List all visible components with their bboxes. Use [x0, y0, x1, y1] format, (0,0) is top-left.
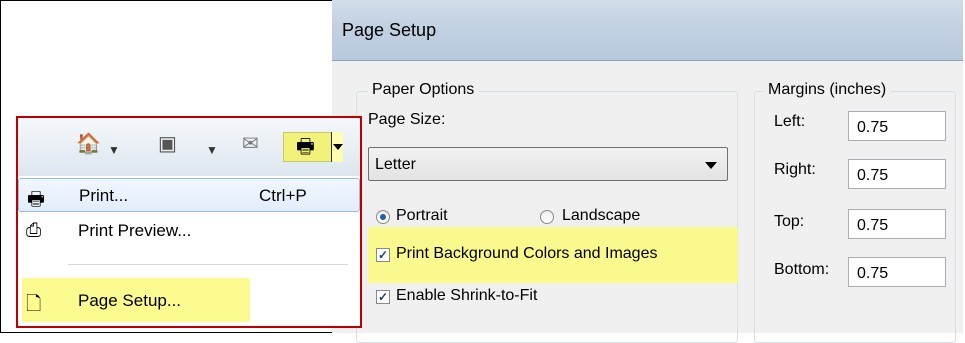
landscape-label: Landscape — [562, 207, 641, 224]
print-menu: 🖶 Print... Ctrl+P ⎙ Print Preview... 🗋 P… — [18, 176, 360, 326]
feeds-dropdown-icon[interactable]: ▼ — [206, 140, 218, 160]
page-size-label: Page Size: — [368, 111, 446, 128]
margins-legend: Margins (inches) — [764, 81, 891, 99]
menu-item-print[interactable]: 🖶 Print... Ctrl+P — [18, 178, 360, 212]
shrink-to-fit-label: Enable Shrink-to-Fit — [396, 287, 538, 304]
page-setup-dialog: Page Setup Paper Options Page Size: Lett… — [332, 0, 963, 343]
margin-bottom-label: Bottom: — [774, 261, 830, 278]
home-dropdown-icon[interactable]: ▼ — [108, 140, 120, 160]
feeds-icon[interactable]: ▣ — [158, 134, 177, 154]
print-preview-icon: ⎙ — [26, 220, 42, 241]
print-button[interactable]: 🖶 — [283, 132, 343, 162]
portrait-radio[interactable] — [376, 210, 390, 224]
dialog-titlebar[interactable]: Page Setup — [332, 0, 963, 61]
home-icon[interactable]: 🏠 — [76, 134, 101, 154]
page-size-value: Letter — [375, 156, 416, 173]
menu-item-print-preview-label: Print Preview... — [78, 221, 192, 240]
portrait-label: Portrait — [396, 207, 448, 224]
print-icon: 🖶 — [296, 136, 315, 158]
menu-item-print-label: Print... — [79, 186, 129, 205]
margin-right-input[interactable]: 0.75 — [848, 159, 946, 189]
margin-bottom-input[interactable]: 0.75 — [848, 257, 946, 287]
margin-left-input[interactable]: 0.75 — [848, 111, 946, 141]
dialog-title: Page Setup — [342, 20, 437, 40]
menu-item-print-preview[interactable]: ⎙ Print Preview... — [18, 214, 360, 248]
menu-item-page-setup[interactable]: 🗋 Page Setup... — [18, 284, 360, 318]
menu-separator — [68, 264, 348, 265]
print-background-checkbox[interactable]: ✓ — [376, 248, 390, 262]
menu-item-page-setup-label: Page Setup... — [78, 291, 182, 310]
menu-item-print-shortcut: Ctrl+P — [259, 186, 307, 205]
command-toolbar: 🏠 ▼ ▣ ▼ ✉ 🖶 — [18, 118, 360, 176]
print-background-label: Print Background Colors and Images — [396, 245, 658, 262]
printer-icon: 🖶 — [27, 189, 45, 210]
margin-bottom-value: 0.75 — [857, 265, 889, 282]
mail-icon[interactable]: ✉ — [242, 134, 259, 154]
margin-right-label: Right: — [774, 161, 816, 178]
paper-options-legend: Paper Options — [368, 81, 479, 99]
page-size-select[interactable]: Letter — [368, 147, 728, 181]
margin-top-label: Top: — [774, 213, 805, 230]
margin-top-input[interactable]: 0.75 — [848, 209, 946, 239]
page-setup-icon: 🗋 — [26, 294, 42, 315]
print-dropdown-button[interactable] — [331, 132, 343, 162]
dialog-body: Paper Options Page Size: Letter Portrait… — [332, 61, 963, 343]
margin-left-label: Left: — [774, 113, 806, 130]
chevron-down-icon — [705, 162, 717, 169]
margin-top-value: 0.75 — [857, 217, 889, 234]
landscape-radio[interactable] — [540, 210, 554, 224]
shrink-to-fit-checkbox[interactable]: ✓ — [376, 290, 390, 304]
print-menu-panel: 🏠 ▼ ▣ ▼ ✉ 🖶 🖶 Print... Ctrl+P ⎙ Print Pr… — [16, 116, 362, 328]
margin-left-value: 0.75 — [857, 119, 889, 136]
margin-right-value: 0.75 — [857, 167, 889, 184]
